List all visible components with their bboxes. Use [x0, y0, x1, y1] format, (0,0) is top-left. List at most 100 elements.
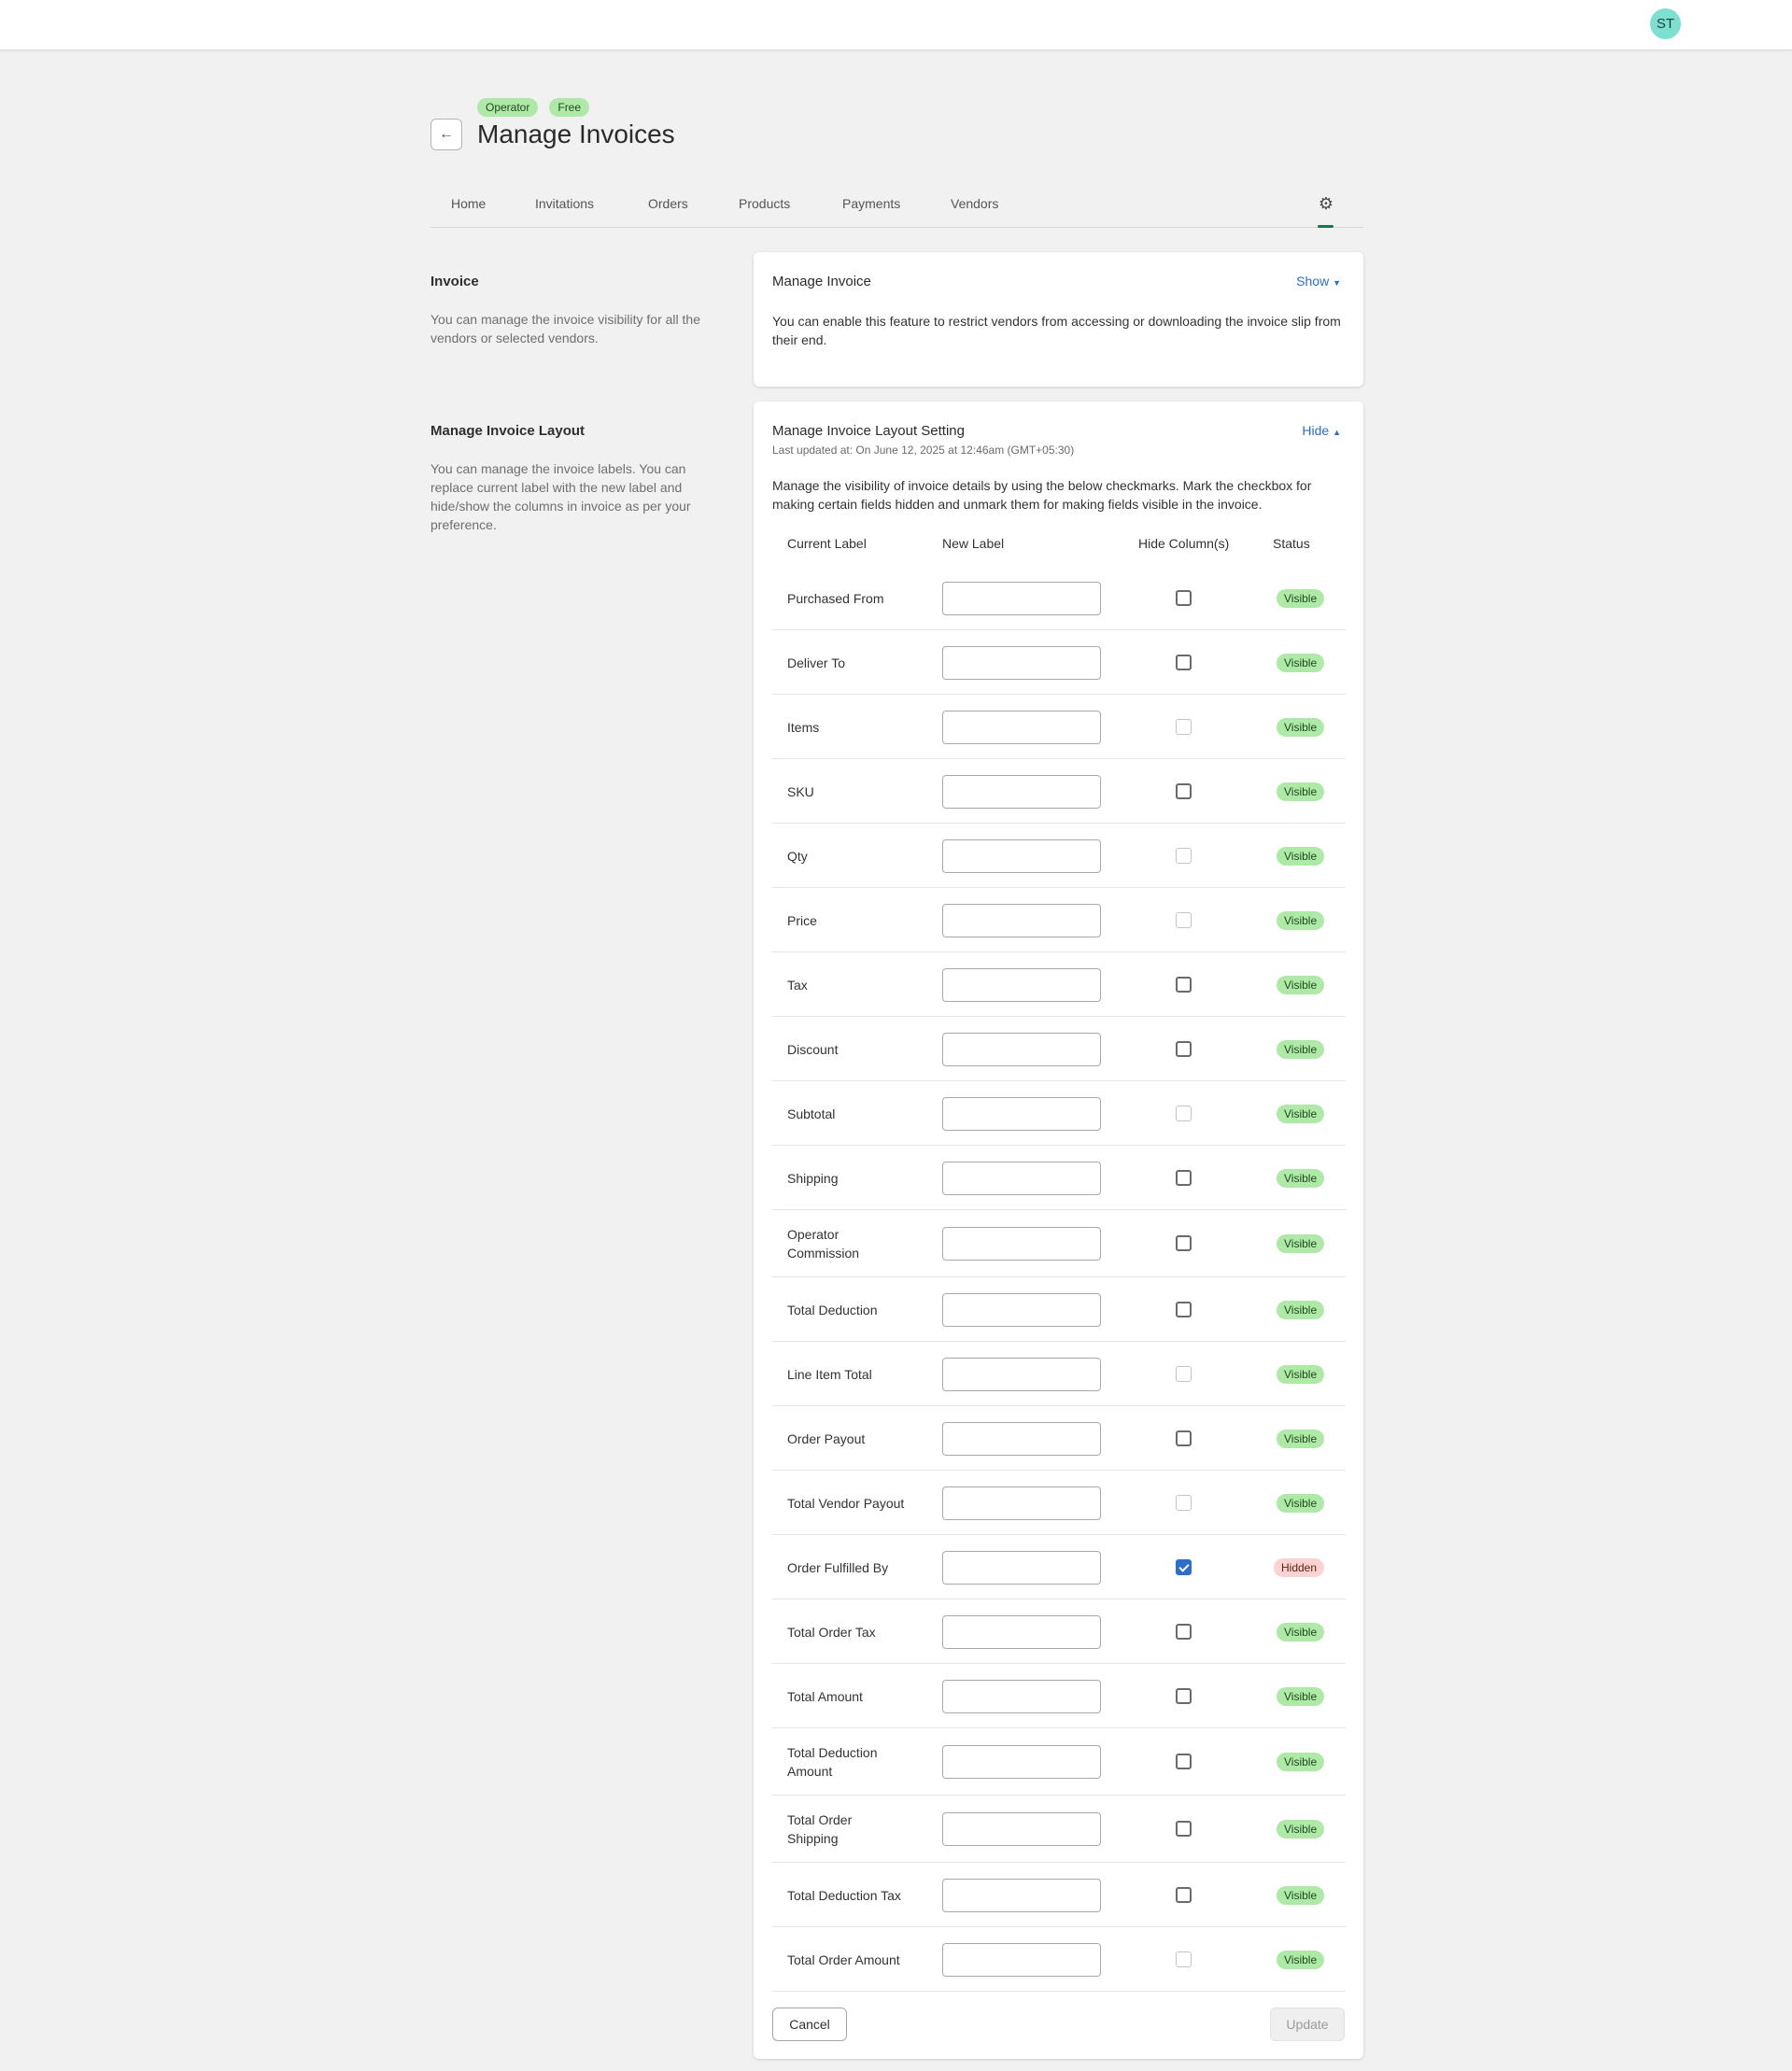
tab-home[interactable]: Home — [451, 196, 486, 211]
hide-column-checkbox[interactable] — [1176, 1754, 1192, 1769]
new-label-input[interactable] — [942, 774, 1101, 809]
new-label-input[interactable] — [942, 645, 1101, 680]
table-row: Subtotal Visible — [772, 1081, 1346, 1146]
hide-column-checkbox — [1176, 1365, 1192, 1382]
current-label: Purchased From — [787, 590, 884, 606]
status-badge: Visible — [1277, 975, 1325, 994]
status-badge: Visible — [1277, 1168, 1325, 1188]
hide-column-checkbox[interactable] — [1176, 976, 1192, 993]
table-row: Total Vendor Payout Visible — [772, 1471, 1346, 1535]
invoice-layout-card: Manage Invoice Layout Setting Hide ▲ Las… — [754, 402, 1363, 2059]
invoice-section-title: Invoice — [430, 274, 479, 289]
table-row: Order Payout Visible — [772, 1406, 1346, 1471]
active-tab-indicator — [1318, 225, 1333, 228]
new-label-input[interactable] — [942, 1942, 1101, 1977]
new-label-input[interactable] — [942, 1486, 1101, 1520]
new-label-input[interactable] — [942, 1679, 1101, 1713]
table-row: Qty Visible — [772, 824, 1346, 888]
tab-products[interactable]: Products — [739, 196, 790, 211]
hide-column-checkbox — [1176, 847, 1192, 864]
col-hide-columns: Hide Column(s) — [1138, 536, 1230, 551]
new-label-input[interactable] — [942, 1812, 1101, 1846]
status-badge: Hidden — [1274, 1557, 1325, 1577]
tab-invitations[interactable]: Invitations — [535, 196, 594, 211]
hide-column-checkbox[interactable] — [1176, 1821, 1192, 1837]
hide-column-checkbox[interactable] — [1176, 1040, 1192, 1057]
tab-orders[interactable]: Orders — [648, 196, 688, 211]
new-label-input[interactable] — [942, 710, 1101, 744]
hide-toggle[interactable]: Hide ▲ — [1302, 423, 1341, 438]
caret-up-icon: ▲ — [1333, 428, 1341, 437]
new-label-input[interactable] — [942, 1227, 1101, 1261]
hide-column-checkbox[interactable] — [1176, 589, 1192, 606]
cancel-button[interactable]: Cancel — [772, 2008, 847, 2041]
show-toggle[interactable]: Show ▼ — [1296, 274, 1341, 289]
status-badge: Visible — [1277, 1364, 1325, 1384]
current-label: Total Order Amount — [787, 1951, 900, 1967]
badge-operator: Operator — [477, 98, 539, 117]
layout-table: Purchased From Visible Deliver To Visible It… — [772, 566, 1346, 1992]
status-badge: Visible — [1277, 1493, 1325, 1513]
manage-invoice-text: You can enable this feature to restrict … — [772, 314, 1341, 347]
layout-card-title: Manage Invoice Layout Setting — [772, 423, 965, 439]
status-badge: Visible — [1277, 910, 1325, 930]
hide-column-checkbox[interactable] — [1176, 782, 1192, 799]
update-button[interactable]: Update — [1270, 2008, 1345, 2041]
current-label: Total Vendor Payout — [787, 1495, 905, 1511]
avatar[interactable]: ST — [1650, 8, 1681, 39]
current-label: Total Amount — [787, 1688, 863, 1704]
last-updated: Last updated at: On June 12, 2025 at 12:… — [772, 444, 1075, 457]
new-label-input[interactable] — [942, 1161, 1101, 1195]
hide-column-checkbox[interactable] — [1176, 1623, 1192, 1640]
layout-instructions: Manage the visibility of invoice details… — [772, 478, 1312, 512]
new-label-input[interactable] — [942, 967, 1101, 1002]
table-row: Total Deduction Amount Visible — [772, 1728, 1346, 1796]
caret-down-icon: ▼ — [1333, 278, 1341, 288]
hide-column-checkbox[interactable] — [1176, 1169, 1192, 1186]
col-current-label: Current Label — [787, 536, 867, 551]
table-row: Total Deduction Tax Visible — [772, 1863, 1346, 1927]
new-label-input[interactable] — [942, 1357, 1101, 1391]
table-row: Total Amount Visible — [772, 1664, 1346, 1728]
current-label: Operator Commission — [787, 1227, 860, 1261]
new-label-input[interactable] — [942, 581, 1101, 615]
current-label: Order Fulfilled By — [787, 1559, 889, 1575]
new-label-input[interactable] — [942, 838, 1101, 873]
tab-vendors[interactable]: Vendors — [951, 196, 998, 211]
tab-payments[interactable]: Payments — [842, 196, 900, 211]
manage-invoice-title: Manage Invoice — [772, 274, 871, 289]
new-label-input[interactable] — [942, 1745, 1101, 1779]
status-badge: Visible — [1277, 1300, 1325, 1319]
hide-column-checkbox[interactable] — [1176, 1301, 1192, 1317]
current-label: Discount — [787, 1041, 839, 1057]
hide-column-checkbox[interactable] — [1176, 1886, 1192, 1903]
hide-column-checkbox[interactable] — [1176, 654, 1192, 670]
new-label-input[interactable] — [942, 903, 1101, 937]
status-badge: Visible — [1277, 846, 1325, 866]
hide-column-checkbox — [1176, 1951, 1192, 1967]
table-row: Total Order Amount Visible — [772, 1927, 1346, 1992]
current-label: Total Deduction Amount — [787, 1745, 878, 1779]
hide-column-checkbox[interactable] — [1176, 1235, 1192, 1251]
top-bar: ST — [0, 0, 1792, 50]
new-label-input[interactable] — [942, 1878, 1101, 1912]
new-label-input[interactable] — [942, 1096, 1101, 1131]
table-row: Operator Commission Visible — [772, 1210, 1346, 1277]
new-label-input[interactable] — [942, 1421, 1101, 1456]
new-label-input[interactable] — [942, 1614, 1101, 1649]
new-label-input[interactable] — [942, 1550, 1101, 1585]
current-label: Shipping — [787, 1170, 839, 1186]
new-label-input[interactable] — [942, 1032, 1101, 1066]
badge-plan: Free — [549, 98, 590, 117]
status-badge: Visible — [1277, 717, 1325, 737]
hide-column-checkbox[interactable] — [1176, 1687, 1192, 1704]
settings-gear-icon[interactable]: ⚙ — [1319, 194, 1333, 214]
new-label-input[interactable] — [942, 1292, 1101, 1327]
current-label: Total Order Shipping — [787, 1812, 853, 1846]
current-label: Price — [787, 912, 817, 928]
layout-section-description: You can manage the invoice labels. You c… — [430, 461, 691, 532]
back-button[interactable]: ← — [430, 119, 462, 150]
hide-column-checkbox[interactable] — [1176, 1558, 1192, 1575]
hide-column-checkbox[interactable] — [1176, 1430, 1192, 1446]
hide-column-checkbox — [1176, 1494, 1192, 1511]
